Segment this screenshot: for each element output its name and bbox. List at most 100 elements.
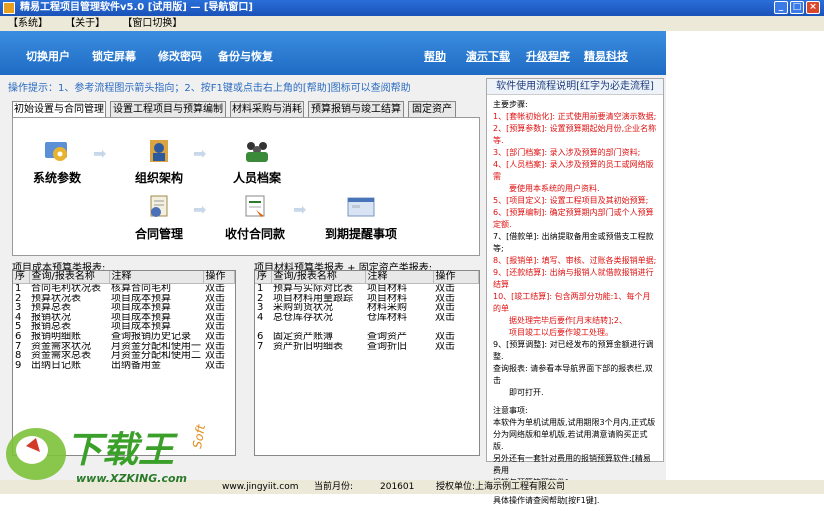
change-password-button[interactable]: 修改密码 (158, 48, 202, 64)
table-row[interactable]: 3 采购到货状况 材料采购 双击 (255, 303, 479, 313)
tab-fixed-assets[interactable]: 固定资产 (408, 101, 456, 117)
xzking-watermark-logo: 下载王 Soft www.XZKING.com (6, 422, 208, 485)
table-cell: 核算合同毛利 (111, 283, 171, 294)
column-header[interactable]: 注释 (109, 271, 204, 284)
table-cell: 双击 (205, 322, 225, 332)
tab-initial-setup[interactable]: 初始设置与合同管理 (12, 101, 106, 118)
watermark-url: www.XZKING.com (76, 472, 187, 485)
menu-system[interactable]: 【系统】 (8, 18, 48, 29)
column-header[interactable]: 操作 (433, 271, 479, 284)
flow-label: 系统参数 (32, 171, 81, 185)
table-cell: 查询折旧 (367, 341, 407, 352)
help-panel-title: 软件使用流程说明[红字为必走流程] (487, 79, 663, 95)
table-row[interactable]: 7 资产折旧明细表 查询折旧 双击 (255, 342, 479, 352)
table-cell: 查询资产 (367, 331, 407, 342)
flow-contract-mgmt[interactable]: 合同管理 (133, 194, 185, 242)
maximize-button[interactable]: □ (790, 1, 804, 14)
help-line: 另外还有一套针对费用的报销预算软件:[精易费用 (493, 454, 651, 475)
table-cell: 项目材料 (367, 293, 407, 304)
help-link[interactable]: 帮助 (424, 48, 446, 64)
flow-label: 合同管理 (134, 227, 183, 241)
table-cell: 项目成本预算 (111, 303, 171, 313)
table-row[interactable]: 8 资金需求总表 月资金分配和使用二 双击 (13, 351, 235, 361)
table-row[interactable]: 1 预算与实际对比表 项目材料 双击 (255, 284, 479, 294)
table-cell: 7 (257, 341, 264, 352)
table-cell: 双击 (205, 293, 225, 304)
column-header[interactable]: 序 (255, 271, 272, 284)
help-line: 本软件为单机试用版,试用期限3个月内,正式版 (493, 418, 656, 427)
tab-project-budget[interactable]: 设置工程项目与预算编制 (110, 101, 226, 117)
table-cell: 1 (15, 283, 22, 294)
help-line: 分为网络版和单机版,若试用满意请购买正式版. (493, 430, 648, 451)
table-cell: 项目成本预算 (111, 312, 171, 323)
table-cell: 项目成本预算 (111, 322, 171, 332)
table-cell: 月资金分配和使用二 (111, 351, 201, 361)
help-line: 要使用本系统的用户资料. (493, 184, 600, 193)
table-cell (271, 322, 365, 332)
table-cell: 1 (257, 283, 264, 294)
arrow-icon: ➡ (293, 200, 307, 219)
table-cell: 2 (15, 293, 22, 304)
company-link[interactable]: 精易科技 (584, 48, 628, 64)
help-line: 注意事项: (493, 406, 528, 415)
app-icon (3, 2, 15, 14)
table-row[interactable]: 1 合同毛利状况表 核算合同毛利 双击 (13, 284, 235, 294)
table-row[interactable]: 2 项目材料用量跟踪 项目材料 双击 (255, 294, 479, 304)
help-line: 2、[预算参数]: 设置预算期起始月份,企业名称等. (493, 124, 657, 145)
personnel-icon (246, 142, 268, 162)
close-button[interactable]: × (806, 1, 820, 14)
flow-due-reminders[interactable]: 到期提醒事项 (321, 194, 401, 242)
table-row[interactable]: 9 出纳日记账 出纳备用金 双击 (13, 361, 235, 371)
table-cell: 出纳日记账 (31, 360, 81, 371)
minimize-button[interactable]: _ (774, 1, 788, 14)
flow-panel: 系统参数 ➡ 组织架构 ➡ 人员档案 合同管理 ➡ 收付合同款 ➡ 到期提醒事项 (12, 117, 480, 256)
table-cell: 双击 (435, 312, 455, 323)
flow-org-structure[interactable]: 组织架构 (133, 138, 185, 186)
org-structure-icon (150, 140, 168, 162)
upgrade-link[interactable]: 升级程序 (526, 48, 570, 64)
help-line: 8、[报销单]: 填写、审核、过账各类报销单据; (493, 256, 657, 265)
status-period: 201601 (380, 482, 415, 492)
table-cell: 仓库材料 (367, 312, 407, 323)
table-cell: 双击 (435, 293, 455, 304)
help-line: 10、[竣工结算]: 包含两部分功能:1、每个月的单 (493, 292, 651, 313)
flow-contract-payment[interactable]: 收付合同款 (225, 194, 285, 242)
table-row[interactable]: 3 预算总表 项目成本预算 双击 (13, 303, 235, 313)
column-header[interactable]: 查询/报表名称 (271, 271, 366, 284)
lock-screen-button[interactable]: 锁定屏幕 (92, 48, 136, 64)
column-header[interactable]: 注释 (365, 271, 434, 284)
table-cell: 双击 (205, 331, 225, 342)
table-cell: 6 (257, 331, 264, 342)
table-cell: 项目材料用量跟踪 (273, 293, 353, 304)
table-cell: 9 (15, 360, 22, 371)
watermark-soft: Soft (190, 422, 208, 449)
table-cell: 预算总表 (31, 303, 71, 313)
menu-window-switch[interactable]: 【窗口切换】 (122, 18, 182, 29)
switch-user-button[interactable]: 切换用户 (26, 48, 70, 64)
table-cell: 材料采购 (367, 303, 407, 313)
table-row[interactable]: 4 报销状况 项目成本预算 双击 (13, 313, 235, 323)
demo-download-link[interactable]: 演示下载 (466, 48, 510, 64)
table-row[interactable]: 6 固定资产账簿 查询资产 双击 (255, 332, 479, 342)
column-header[interactable]: 查询/报表名称 (29, 271, 110, 284)
table-row[interactable] (255, 322, 479, 332)
flow-system-params[interactable]: 系统参数 (31, 138, 83, 186)
table-row[interactable]: 2 预算状况表 项目成本预算 双击 (13, 294, 235, 304)
table-row[interactable]: 6 报销明细账 查询报销历史记录 双击 (13, 332, 235, 342)
contract-icon (150, 195, 168, 217)
table-cell: 双击 (435, 331, 455, 342)
table-row[interactable]: 7 资金需求状况 月资金分配和使用一 双击 (13, 342, 235, 352)
column-header[interactable]: 序 (13, 271, 30, 284)
tab-material[interactable]: 材料采购与消耗 (230, 101, 304, 117)
tab-reimburse-settle[interactable]: 预算报销与竣工结算 (308, 101, 404, 117)
flow-personnel-files[interactable]: 人员档案 (229, 138, 285, 186)
table-row[interactable]: 4 总仓库存状况 仓库材料 双击 (255, 313, 479, 323)
watermark-brand: 下载王 (66, 430, 178, 471)
table-cell: 项目成本预算 (111, 293, 171, 304)
table-row[interactable]: 5 报销总表 项目成本预算 双击 (13, 322, 235, 332)
backup-restore-button[interactable]: 备份与恢复 (218, 48, 273, 64)
table-cell: 双击 (205, 351, 225, 361)
menu-about[interactable]: 【关于】 (65, 18, 105, 29)
column-header[interactable]: 操作 (203, 271, 235, 284)
table-cell: 项目材料 (367, 283, 407, 294)
